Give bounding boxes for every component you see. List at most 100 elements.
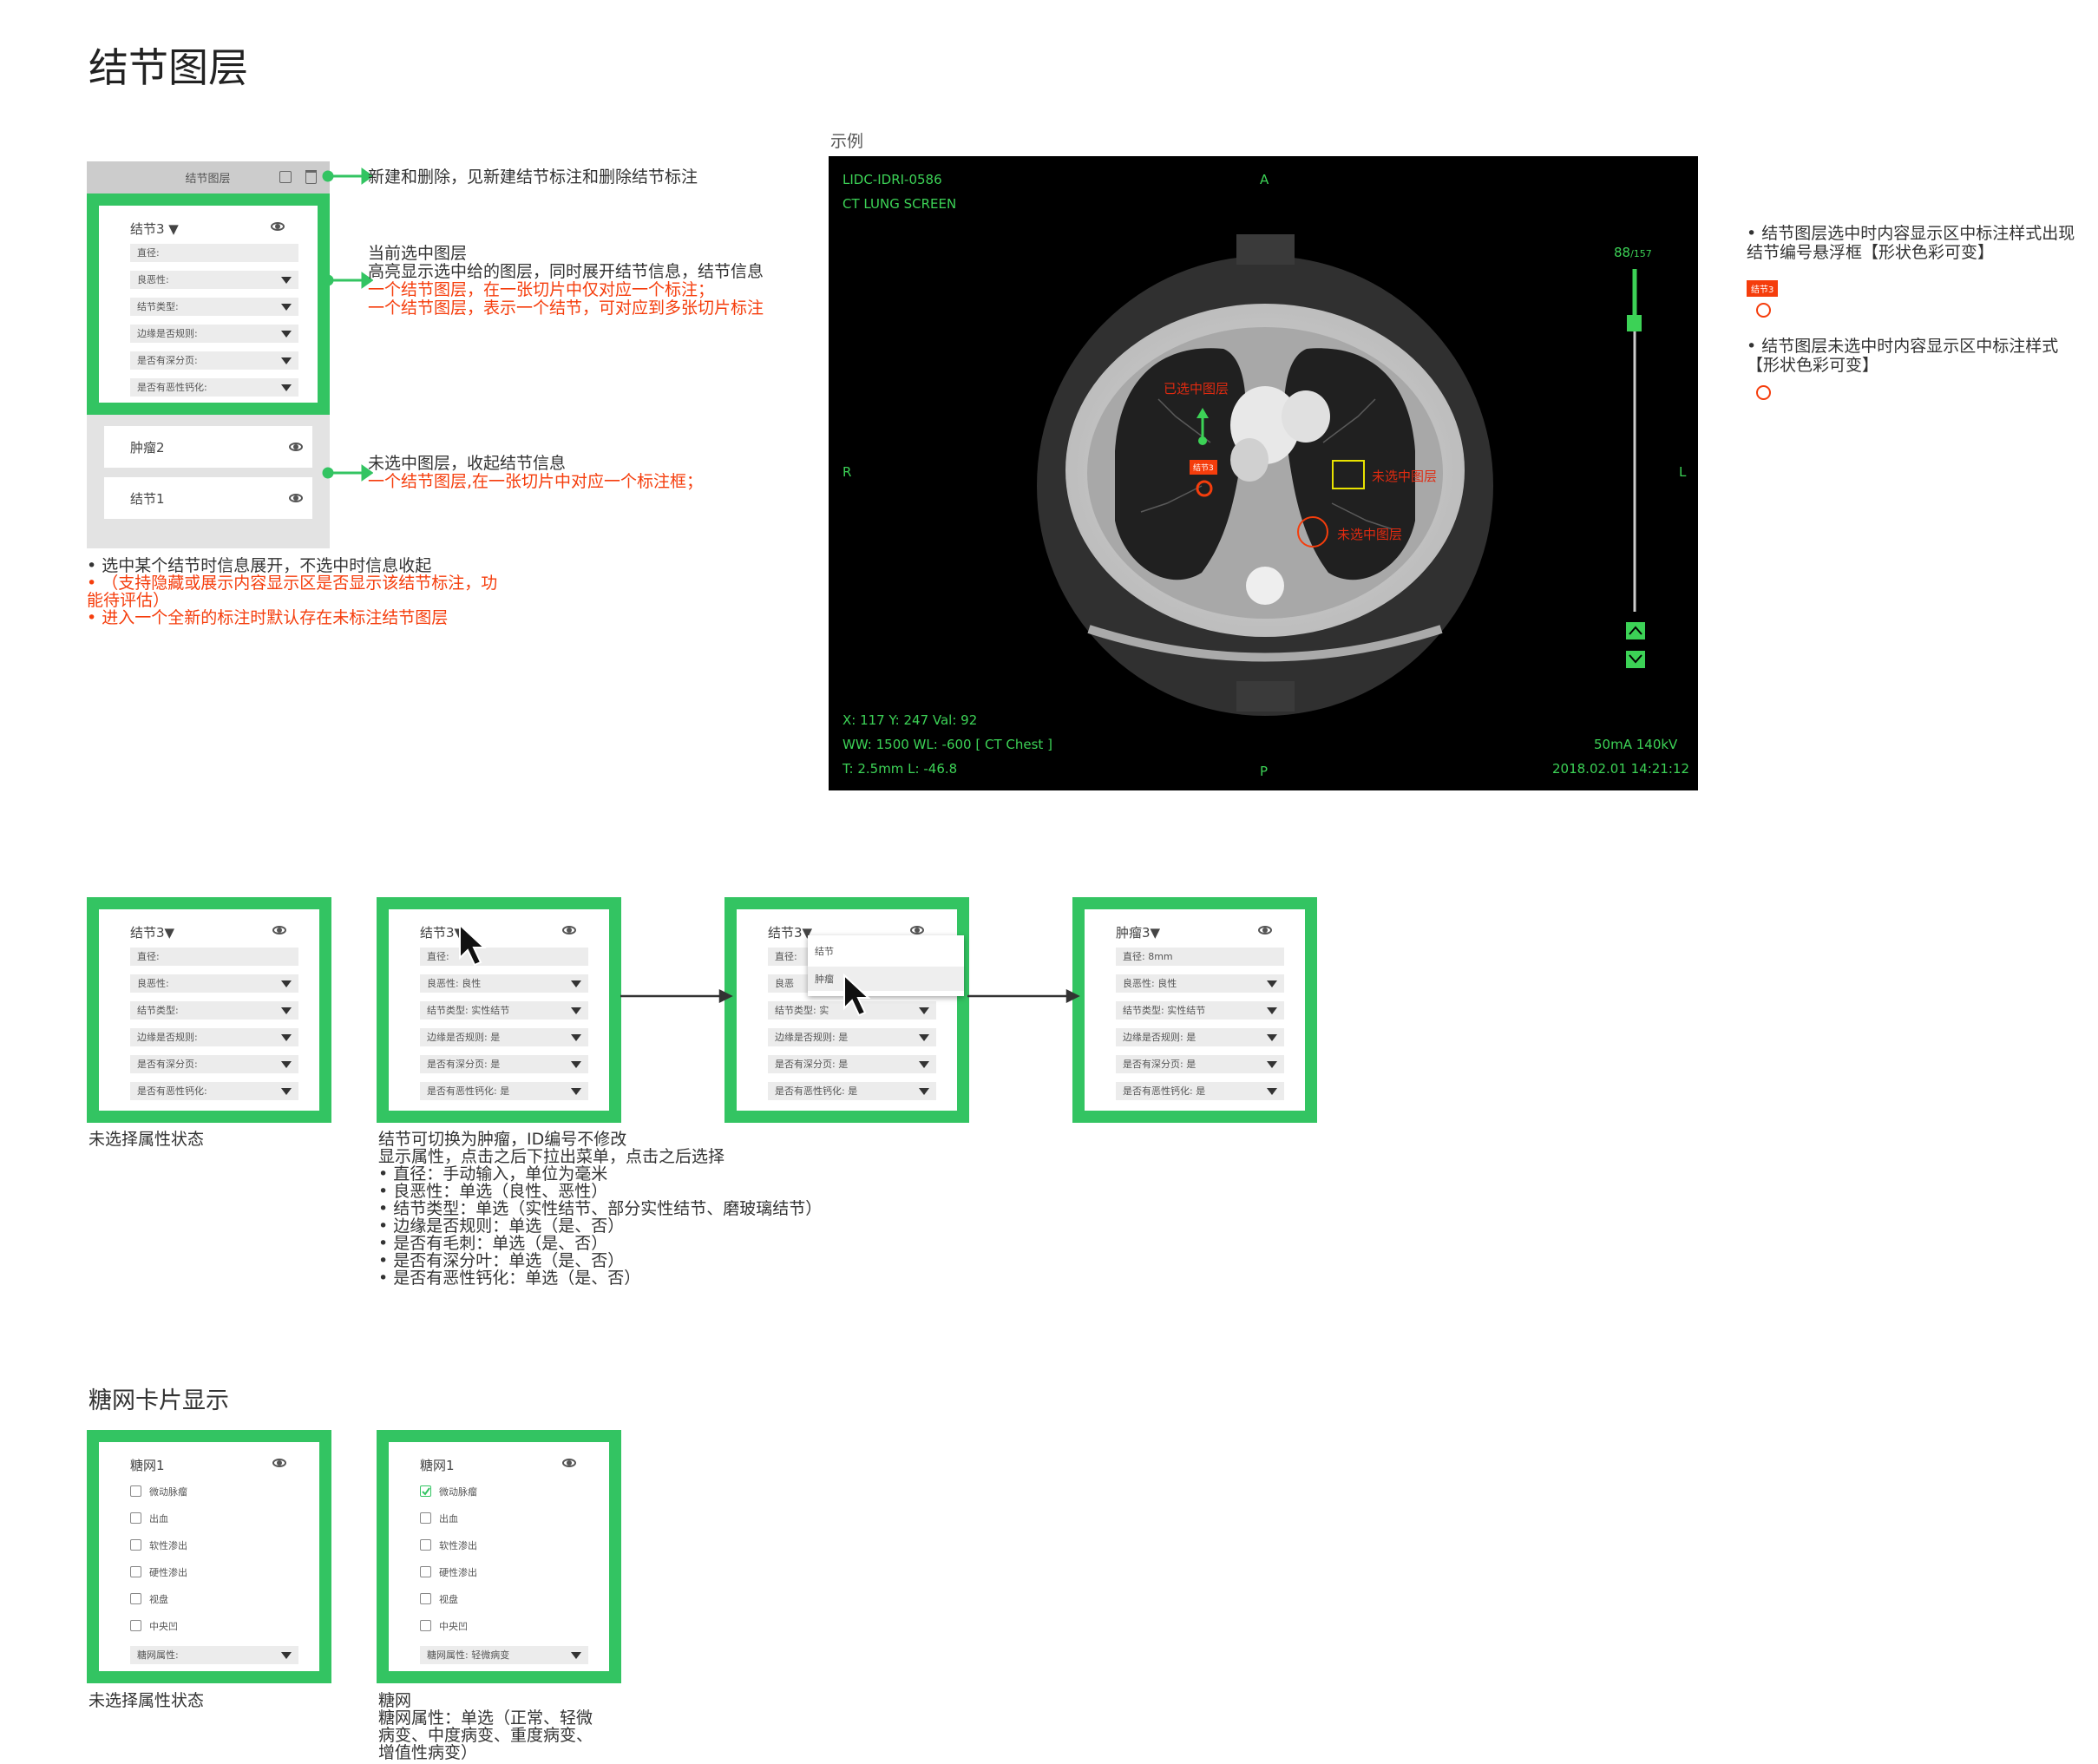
eye-icon[interactable]: [562, 1459, 576, 1467]
attribute-dropdown[interactable]: 边缘是否规则: 是: [420, 1028, 588, 1046]
checkbox[interactable]: [420, 1485, 431, 1497]
attribute-dropdown[interactable]: 是否有恶性钙化: 是: [1116, 1082, 1284, 1100]
checkbox[interactable]: [130, 1593, 141, 1604]
nodule-tag[interactable]: 结节3: [1190, 460, 1217, 475]
chevron-down-icon: [919, 1061, 929, 1068]
chevron-down-icon: [571, 1034, 581, 1041]
attribute-dropdown[interactable]: 是否有深分页: 是: [1116, 1055, 1284, 1073]
dr-card-c1[interactable]: 糖网1 微动脉瘤 出血 软性渗出 硬性渗出 视盘 中央凹 糖网属性:: [87, 1430, 331, 1683]
attribute-dropdown[interactable]: 直径:: [130, 244, 298, 262]
direction-r: R: [842, 464, 852, 480]
collapsed-layer-1[interactable]: 肿瘤2: [104, 426, 312, 468]
dr-card-c2[interactable]: 糖网1 微动脉瘤 出血 软性渗出 硬性渗出 视盘 中央凹 糖网属性: 轻微病变: [377, 1430, 621, 1683]
layer-name[interactable]: 糖网1: [130, 1456, 165, 1474]
eye-icon[interactable]: [289, 443, 303, 451]
attribute-dropdown[interactable]: 是否有恶性钙化: 是: [768, 1082, 936, 1100]
attribute-dropdown[interactable]: 结节类型: 实性结节: [1116, 1001, 1284, 1020]
attribute-dropdown[interactable]: 结节类型:: [130, 298, 298, 316]
checkbox-label: 微动脉瘤: [149, 1486, 187, 1498]
chevron-down-icon: [281, 357, 292, 364]
attribute-dropdown[interactable]: 是否有深分页:: [130, 351, 298, 370]
study-name: CT LUNG SCREEN: [842, 196, 957, 212]
direction-a: A: [1260, 172, 1269, 187]
layer-name[interactable]: 结节3▼: [130, 923, 174, 941]
flow-caption-1: 未选择属性状态: [89, 1130, 205, 1149]
checkbox[interactable]: [420, 1512, 431, 1524]
dr-caption-1: 未选择属性状态: [89, 1691, 205, 1710]
annotation-selected: 当前选中图层 高亮显示选中给的图层，同时展开结节信息，结节信息 一个结节图层，在…: [368, 244, 764, 318]
chevron-down-icon: [1267, 1034, 1277, 1041]
attribute-dropdown[interactable]: 糖网属性:: [130, 1646, 298, 1664]
eye-icon[interactable]: [271, 222, 285, 231]
collapsed-layer-2[interactable]: 结节1: [104, 477, 312, 519]
layer-panel-title: 结节图层: [185, 173, 231, 186]
checkbox[interactable]: [130, 1539, 141, 1551]
chevron-down-icon: [281, 277, 292, 284]
eye-icon[interactable]: [272, 926, 286, 934]
layer-name: 肿瘤2: [130, 440, 165, 456]
slice-indicator: 88/157: [1614, 245, 1652, 260]
attribute-label: 是否有深分页: 是: [775, 1059, 849, 1070]
eye-icon[interactable]: [910, 926, 924, 934]
attribute-dropdown[interactable]: 糖网属性: 轻微病变: [420, 1646, 588, 1664]
layer-name[interactable]: 结节3▼: [768, 923, 812, 941]
attribute-dropdown[interactable]: 良恶性:: [130, 271, 298, 289]
attribute-dropdown[interactable]: 直径: 8mm: [1116, 948, 1284, 966]
checkbox-label: 视盘: [439, 1594, 458, 1605]
checkbox[interactable]: [420, 1620, 431, 1631]
chevron-down-icon: [281, 331, 292, 338]
attribute-label: 边缘是否规则: 是: [775, 1032, 849, 1043]
attribute-dropdown[interactable]: 边缘是否规则:: [130, 325, 298, 343]
ct-viewer[interactable]: LIDC-IDRI-0586 CT LUNG SCREEN A P R L 88…: [829, 156, 1698, 790]
dr-heading: 糖网卡片显示: [89, 1387, 229, 1414]
chevron-down-icon: [1267, 1061, 1277, 1068]
annotation-new-delete: 新建和删除，见新建结节标注和删除结节标注: [368, 167, 698, 187]
sample-circle-unselected: [1756, 385, 1771, 400]
checkbox[interactable]: [420, 1566, 431, 1577]
attribute-dropdown[interactable]: 结节类型:: [130, 1001, 298, 1020]
layer-name[interactable]: 结节3 ▼: [130, 220, 179, 238]
new-layer-icon[interactable]: [279, 171, 292, 183]
right-note-2: • 结节图层未选中时内容显示区中标注样式 【形状色彩可变】: [1747, 337, 2059, 375]
delete-icon[interactable]: [305, 170, 317, 184]
checkbox-label: 软性渗出: [149, 1540, 187, 1551]
attribute-dropdown[interactable]: 是否有深分页: 是: [768, 1055, 936, 1073]
flow-card-c1[interactable]: 结节3▼ 直径: 良恶性: 结节类型: 边缘是否规则: 是否有深分页: 是否有恶性钙化:: [87, 897, 331, 1123]
attribute-dropdown[interactable]: 是否有恶性钙化:: [130, 1082, 298, 1100]
flow-card-c2[interactable]: 结节3▼ 直径: 良恶性: 良性 结节类型: 实性结节 边缘是否规则: 是是否有深分页:…: [377, 897, 621, 1123]
menu-item[interactable]: 结节: [808, 939, 964, 963]
flow-card-c4[interactable]: 肿瘤3▼ 直径: 8mm 良恶性: 良性 结节类型: 实性结节 边缘是否规则: 是是否有…: [1072, 897, 1317, 1123]
chevron-down-icon: [571, 980, 581, 987]
eye-icon[interactable]: [1258, 926, 1272, 934]
checkbox[interactable]: [130, 1485, 141, 1497]
attribute-dropdown[interactable]: 是否有深分页:: [130, 1055, 298, 1073]
eye-icon[interactable]: [289, 494, 303, 502]
attribute-dropdown[interactable]: 是否有恶性钙化: 是: [420, 1082, 588, 1100]
attribute-dropdown[interactable]: 良恶性: 良性: [420, 974, 588, 993]
checkbox[interactable]: [420, 1593, 431, 1604]
example-label: 示例: [830, 132, 864, 151]
layer-name[interactable]: 肿瘤3▼: [1116, 923, 1160, 941]
attribute-dropdown[interactable]: 直径:: [130, 948, 298, 966]
checkbox[interactable]: [130, 1566, 141, 1577]
checkbox[interactable]: [420, 1539, 431, 1551]
attribute-dropdown[interactable]: 边缘是否规则:: [130, 1028, 298, 1046]
eye-icon[interactable]: [562, 926, 576, 934]
page-title: 结节图层: [89, 44, 248, 91]
attribute-dropdown[interactable]: 良恶性:: [130, 974, 298, 993]
checkbox[interactable]: [130, 1620, 141, 1631]
selected-layer-card[interactable]: 结节3 ▼ 直径: 良恶性: 结节类型: 边缘是否规则: 是否有深分页: 是否有恶性钙化:: [87, 193, 330, 415]
attribute-dropdown[interactable]: 是否有恶性钙化:: [130, 378, 298, 397]
attribute-label: 是否有深分页:: [137, 1059, 198, 1070]
attribute-dropdown[interactable]: 边缘是否规则: 是: [768, 1028, 936, 1046]
checkbox[interactable]: [130, 1512, 141, 1524]
attribute-dropdown[interactable]: 良恶性: 良性: [1116, 974, 1284, 993]
attribute-dropdown[interactable]: 直径:: [420, 948, 588, 966]
attribute-dropdown[interactable]: 结节类型: 实性结节: [420, 1001, 588, 1020]
attribute-dropdown[interactable]: 是否有深分页: 是: [420, 1055, 588, 1073]
eye-icon[interactable]: [272, 1459, 286, 1467]
layer-name[interactable]: 糖网1: [420, 1456, 455, 1474]
flow-card-c3[interactable]: 结节3▼ 直径: 良恶 结节类型: 实边缘是否规则: 是是否有深分页: 是是否有恶性钙…: [724, 897, 969, 1123]
chevron-down-icon: [571, 1007, 581, 1014]
attribute-dropdown[interactable]: 边缘是否规则: 是: [1116, 1028, 1284, 1046]
